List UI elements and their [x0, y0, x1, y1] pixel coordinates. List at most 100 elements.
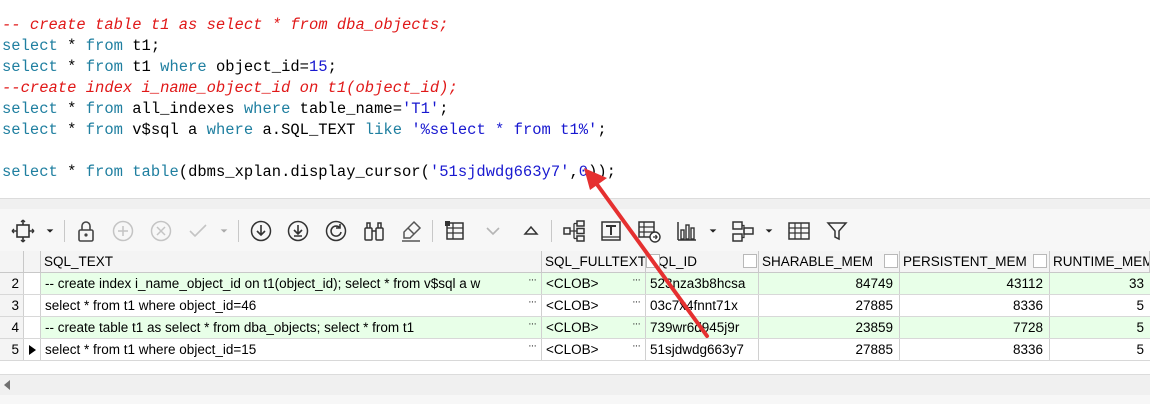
sort-checkbox[interactable] — [743, 254, 757, 268]
editor-line-4: --create index i_name_object_id on t1(ob… — [2, 79, 458, 97]
keyword: where — [243, 100, 291, 118]
cell-runtime-mem[interactable]: 5 — [1050, 339, 1150, 360]
column-header-sql-text[interactable]: SQL_TEXT — [41, 251, 542, 272]
cell-persistent-mem[interactable]: 8336 — [900, 339, 1050, 360]
row-indicator — [24, 339, 41, 360]
keyword: select — [2, 121, 58, 139]
cell-sql-text[interactable]: -- create table t1 as select * from dba_… — [41, 317, 542, 338]
keyword: from — [85, 58, 123, 76]
clear-icon[interactable] — [398, 218, 424, 244]
cell-sharable-mem[interactable]: 23859 — [759, 317, 900, 338]
column-header-sharable-mem[interactable]: SHARABLE_MEM — [759, 251, 900, 272]
chevron-down-icon[interactable] — [707, 218, 719, 244]
keyword: from — [85, 121, 123, 139]
add-record-icon[interactable] — [110, 218, 136, 244]
grid-header: SQL_TEXT SQL_FULLTEXT SQL_ID SHARABLE_ME… — [0, 251, 1150, 273]
cell-sql-id[interactable]: 739wr6d945j9r — [646, 317, 759, 338]
cell-sql-id[interactable]: 03c7x4fnnt71x — [646, 295, 759, 316]
first-record-icon[interactable] — [248, 218, 274, 244]
cell-runtime-mem[interactable]: 5 — [1050, 317, 1150, 338]
record-navigator-icon[interactable] — [10, 218, 36, 244]
string-literal: 'T1' — [402, 100, 440, 118]
result-grid[interactable]: SQL_TEXT SQL_FULLTEXT SQL_ID SHARABLE_ME… — [0, 251, 1150, 371]
cell-sql-text[interactable]: select * from t1 where object_id=46 — [41, 295, 542, 316]
cell-persistent-mem[interactable]: 7728 — [900, 317, 1050, 338]
string-literal: '%select * from t1%' — [411, 121, 598, 139]
code-text: )); — [588, 163, 616, 181]
layout-icon[interactable] — [730, 218, 756, 244]
ellipsis-button[interactable]: ··· — [629, 273, 643, 294]
cell-sql-id[interactable]: 523nza3b8hcsa — [646, 273, 759, 294]
code-text: table_name= — [290, 100, 402, 118]
cell-runtime-mem[interactable]: 33 — [1050, 273, 1150, 294]
lock-icon[interactable] — [73, 218, 99, 244]
sort-checkbox[interactable] — [884, 254, 898, 268]
column-header-sql-fulltext[interactable]: SQL_FULLTEXT — [542, 251, 646, 272]
cell-sharable-mem[interactable]: 84749 — [759, 273, 900, 294]
code-text: all_indexes — [122, 100, 244, 118]
code-text: ; — [327, 58, 337, 76]
cell-sql-text[interactable]: -- create index i_name_object_id on t1(o… — [41, 273, 542, 294]
code-text: t1 — [122, 58, 161, 76]
cell-persistent-mem[interactable]: 43112 — [900, 273, 1050, 294]
table-icon[interactable] — [786, 218, 812, 244]
tree-icon[interactable] — [561, 218, 587, 244]
export-icon[interactable] — [636, 218, 662, 244]
table-row-current[interactable]: 5 select * from t1 where object_id=15 ··… — [0, 339, 1150, 361]
toolbar-separator — [432, 220, 433, 242]
chevron-down-icon[interactable] — [44, 218, 56, 244]
sort-checkbox[interactable] — [646, 254, 660, 268]
code-text: t1; — [122, 37, 161, 55]
table-row[interactable]: 3 select * from t1 where object_id=46 ··… — [0, 295, 1150, 317]
code-text: * — [57, 121, 86, 139]
editor-line-1: -- create table t1 as select * from dba_… — [2, 16, 449, 34]
cell-persistent-mem[interactable]: 8336 — [900, 295, 1050, 316]
table-row[interactable]: 4 -- create table t1 as select * from db… — [0, 317, 1150, 339]
code-text: ; — [597, 121, 607, 139]
chart-icon[interactable] — [674, 218, 700, 244]
status-bar — [0, 395, 1150, 404]
keyword: from — [85, 163, 123, 181]
cell-sql-text[interactable]: select * from t1 where object_id=15 — [41, 339, 542, 360]
keyword: where — [206, 121, 254, 139]
prior-record-icon[interactable] — [285, 218, 311, 244]
editor-line-6: select * from v$sql a where a.SQL_TEXT l… — [2, 120, 607, 141]
horizontal-scrollbar[interactable] — [0, 374, 1150, 395]
keyword: like — [364, 121, 403, 139]
number-literal: 0 — [578, 163, 589, 181]
editor-line-3: select * from t1 where object_id=15; — [2, 57, 337, 78]
refresh-icon[interactable] — [323, 218, 349, 244]
delete-record-icon[interactable] — [148, 218, 174, 244]
cell-sharable-mem[interactable]: 27885 — [759, 295, 900, 316]
ellipsis-button[interactable]: ··· — [525, 317, 539, 338]
ellipsis-button[interactable]: ··· — [629, 317, 643, 338]
toolbar-separator — [64, 220, 65, 242]
filter-up-icon[interactable] — [518, 218, 544, 244]
binoculars-icon[interactable] — [361, 218, 387, 244]
code-text: v$sql a — [122, 121, 207, 139]
column-header-runtime-mem[interactable]: RUNTIME_MEM — [1050, 251, 1150, 272]
column-header-persistent-mem[interactable]: PERSISTENT_MEM — [900, 251, 1050, 272]
sort-checkbox[interactable] — [1033, 254, 1047, 268]
ellipsis-button[interactable]: ··· — [629, 295, 643, 316]
code-text: ; — [439, 100, 449, 118]
ellipsis-button[interactable]: ··· — [525, 273, 539, 294]
chevron-down-icon[interactable] — [218, 218, 230, 244]
keyword: select — [2, 163, 58, 181]
scroll-left-icon[interactable] — [4, 380, 10, 390]
post-edit-icon[interactable] — [185, 218, 211, 244]
grid-view-icon[interactable] — [443, 218, 469, 244]
cell-runtime-mem[interactable]: 5 — [1050, 295, 1150, 316]
funnel-icon[interactable] — [824, 218, 850, 244]
filter-down-icon[interactable] — [480, 218, 506, 244]
sql-editor[interactable]: -- create table t1 as select * from dba_… — [0, 0, 1150, 200]
ellipsis-button[interactable]: ··· — [525, 295, 539, 316]
cell-sharable-mem[interactable]: 27885 — [759, 339, 900, 360]
table-row[interactable]: 2 -- create index i_name_object_id on t1… — [0, 273, 1150, 295]
ellipsis-button[interactable]: ··· — [525, 339, 539, 360]
text-view-icon[interactable] — [598, 218, 624, 244]
cell-sql-id[interactable]: 51sjdwdg663y7 — [646, 339, 759, 360]
ellipsis-button[interactable]: ··· — [629, 339, 643, 360]
chevron-down-icon[interactable] — [763, 218, 775, 244]
